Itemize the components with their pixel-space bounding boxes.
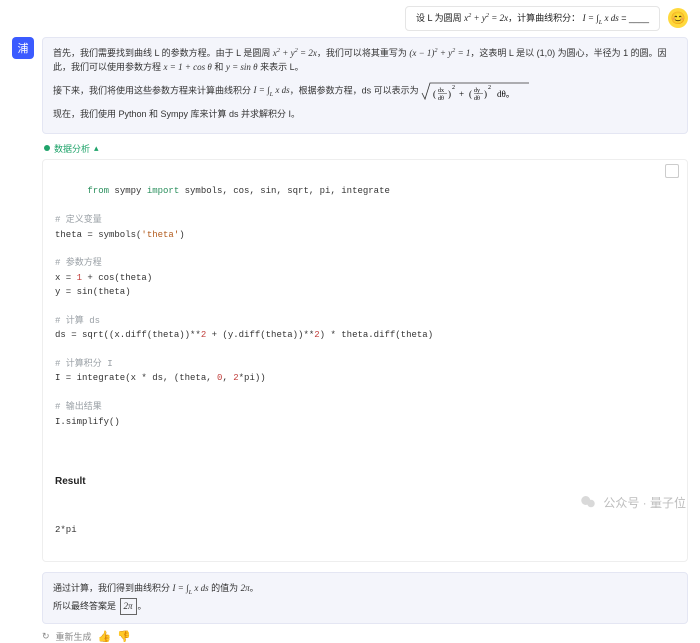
user-avatar: 😊 [668,8,688,28]
svg-text:dθ: dθ [438,96,444,102]
svg-text:dθ。: dθ。 [497,89,515,99]
question-text: 设 L 为圆周 x2 + y2 = 2x，计算曲线积分： I = ∫L x ds… [416,13,649,23]
svg-text:(: ( [469,89,472,99]
analysis-label: 数据分析 [54,142,90,155]
caret-up-icon: ▴ [94,143,99,154]
explanation-box: 首先，我们需要找到曲线 L 的参数方程。由于 L 是圆周 x2 + y2 = 2… [42,37,688,134]
svg-text:(: ( [433,89,436,99]
regenerate-button[interactable]: 重新生成 [56,630,92,643]
thumbs-up-icon[interactable]: 👍 [98,630,112,643]
svg-text:dx: dx [438,88,444,94]
summary-box: 通过计算，我们得到曲线积分 I = ∫L x ds 的值为 2π。 所以最终答案… [42,572,688,623]
copy-icon[interactable] [667,166,679,178]
wechat-icon [579,493,597,511]
svg-text:2: 2 [488,85,491,91]
svg-text:): ) [448,89,451,99]
sqrt-expression: ( dx dθ ) 2 + ( dy dθ ) 2 dθ。 [421,79,531,103]
svg-text:2: 2 [452,85,455,91]
svg-text:+: + [459,89,464,99]
boxed-answer: 2π [120,598,137,614]
svg-text:): ) [484,89,487,99]
svg-text:dy: dy [474,88,480,94]
result-label: Result [55,474,675,490]
bot-avatar: 浦 [12,37,34,59]
analysis-header[interactable]: 数据分析 ▴ [44,142,686,155]
watermark-text: 公众号 · 量子位 [603,494,686,511]
svg-text:dθ: dθ [474,96,480,102]
bot-avatar-label: 浦 [18,40,29,56]
thumbs-down-icon[interactable]: 👎 [117,630,131,643]
status-dot-icon [44,145,50,151]
watermark: 公众号 · 量子位 [579,493,686,511]
question-box: 设 L 为圆周 x2 + y2 = 2x，计算曲线积分： I = ∫L x ds… [405,6,660,31]
footer-actions: 重新生成 👍 👎 [42,630,688,643]
refresh-icon[interactable] [42,631,50,642]
